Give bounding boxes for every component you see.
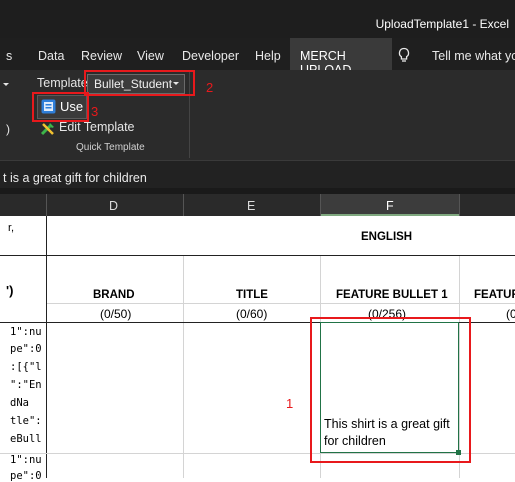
- grid-border: [0, 255, 515, 256]
- left-cell-partial-paren: '): [6, 283, 14, 298]
- tools-icon: [40, 123, 54, 136]
- left-cell-text-line: 1":nu: [10, 326, 42, 338]
- ribbon-group-label: Quick Template: [76, 142, 145, 153]
- count-title: (0/60): [236, 307, 268, 321]
- tab-review[interactable]: Review: [81, 49, 122, 63]
- left-cell-text-line: eBull: [10, 433, 42, 445]
- tell-me-search[interactable]: Tell me what you: [432, 49, 515, 63]
- title-bar: UploadTemplate1 - Excel: [0, 0, 515, 38]
- left-cell-text-line: pe":0: [10, 343, 42, 355]
- annotation-label-3: 3: [91, 104, 99, 119]
- left-cell-text-line: tle":: [10, 415, 42, 427]
- ribbon-partial-text: ): [6, 122, 10, 136]
- english-header: ENGLISH: [361, 231, 413, 243]
- left-cell-text-line: dNa: [10, 397, 29, 409]
- left-cell-text-line: 1":nu: [10, 454, 42, 466]
- annotation-box-3: [32, 92, 89, 122]
- count-brand: (0/50): [100, 307, 132, 321]
- tab-data[interactable]: Data: [38, 49, 64, 63]
- header-feature-bullet-1: FEATURE BULLET 1: [336, 289, 448, 301]
- grid-line: [47, 303, 515, 304]
- tab-partial[interactable]: s: [6, 49, 12, 63]
- column-header-d[interactable]: D: [109, 199, 118, 213]
- left-cell-partial-top: r,: [8, 222, 15, 234]
- annotation-box-2: [84, 70, 195, 96]
- tab-help[interactable]: Help: [255, 49, 281, 63]
- column-separator: [183, 194, 184, 216]
- tab-developer[interactable]: Developer: [182, 49, 239, 63]
- tab-view[interactable]: View: [137, 49, 164, 63]
- tab-merch-upload[interactable]: MERCH UPLOAD: [290, 38, 392, 77]
- annotation-box-1: [310, 317, 471, 463]
- edit-template-label: Edit Template: [59, 120, 135, 134]
- annotation-label-2: 2: [206, 80, 214, 95]
- window-title: UploadTemplate1 - Excel: [375, 17, 509, 31]
- formula-bar[interactable]: t is a great gift for children: [0, 160, 515, 189]
- template-label: Template: [37, 76, 88, 90]
- column-header-f[interactable]: F: [386, 199, 394, 213]
- left-cell-text-line: pe":0: [10, 470, 42, 482]
- header-brand: BRAND: [93, 289, 135, 301]
- formula-bar-text: t is a great gift for children: [3, 171, 147, 185]
- column-separator: [46, 194, 47, 216]
- count-feature-bullet-2-partial: (0: [506, 307, 515, 321]
- column-separator: [459, 194, 460, 216]
- column-header-e[interactable]: E: [247, 199, 255, 213]
- ribbon-tabs: s Data Review View Developer Help MERCH …: [0, 38, 515, 77]
- lightbulb-icon: [398, 47, 410, 62]
- chevron-down-icon[interactable]: [0, 78, 12, 92]
- left-cell-text-line: :[{"l: [10, 361, 42, 373]
- left-cell-text-line: ":"En: [10, 379, 42, 391]
- header-feature-bullet-2-partial: FEATUR: [474, 289, 515, 301]
- column-separator: [320, 194, 321, 216]
- annotation-label-1: 1: [286, 396, 294, 411]
- header-title: TITLE: [236, 289, 268, 301]
- grid-line: [183, 255, 184, 478]
